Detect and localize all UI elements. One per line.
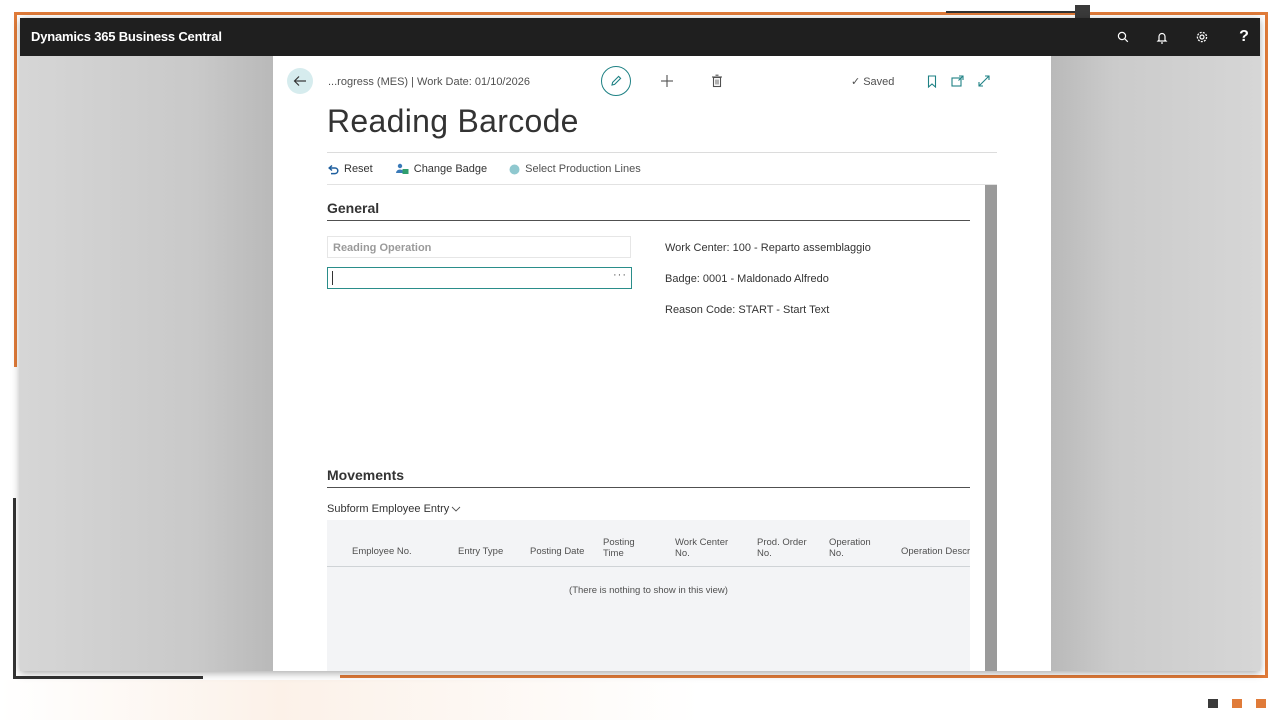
select-production-lines-label: Select Production Lines — [525, 163, 641, 175]
new-button[interactable] — [657, 71, 677, 91]
action-bar-divider — [327, 184, 997, 185]
column-header-work-center-no[interactable]: Work Center No. — [675, 537, 728, 559]
column-header-posting-date[interactable]: Posting Date — [530, 546, 584, 557]
action-bar: Reset Change Badge Select Production Lin… — [327, 160, 663, 178]
reading-operation-label: Reading Operation — [327, 236, 631, 258]
edit-button[interactable] — [601, 66, 631, 96]
column-header-operation-description[interactable]: Operation Descr — [901, 546, 970, 557]
change-badge-button[interactable]: Change Badge — [395, 163, 487, 175]
header-divider — [327, 152, 997, 153]
subform-employee-entry-toggle[interactable]: Subform Employee Entry — [327, 503, 461, 515]
grid-header: Employee No. Entry Type Posting Date Pos… — [327, 520, 970, 567]
chevron-down-icon — [451, 506, 461, 512]
expand-icon[interactable] — [975, 72, 993, 90]
column-header-prod-order-no[interactable]: Prod. Order No. — [757, 537, 807, 559]
scrollbar[interactable] — [985, 185, 997, 671]
movements-section-title[interactable]: Movements — [327, 467, 404, 483]
frame-dark-square — [1075, 5, 1090, 19]
decorative-glow — [0, 680, 700, 720]
column-header-operation-no[interactable]: Operation No. — [829, 537, 871, 559]
back-button[interactable] — [287, 68, 313, 94]
arrow-left-icon — [293, 76, 306, 86]
bookmark-icon[interactable] — [923, 72, 941, 90]
help-icon[interactable]: ? — [1234, 27, 1254, 47]
checkmark-icon: ✓ — [851, 76, 861, 88]
open-new-window-icon[interactable] — [949, 72, 967, 90]
reset-label: Reset — [344, 163, 373, 175]
column-header-employee-no[interactable]: Employee No. — [352, 546, 412, 557]
column-header-entry-type[interactable]: Entry Type — [458, 546, 503, 557]
gear-icon[interactable] — [1192, 27, 1212, 47]
frame-dark-line-top — [946, 11, 1076, 13]
change-badge-label: Change Badge — [413, 163, 488, 175]
reading-operation-input[interactable] — [327, 267, 632, 289]
movements-section-line — [327, 487, 970, 488]
frame-line-left — [14, 12, 17, 367]
background-right — [1051, 56, 1260, 671]
column-header-posting-time[interactable]: Posting Time — [603, 537, 635, 559]
breadcrumb: ...rogress (MES) | Work Date: 01/10/2026 — [328, 76, 530, 88]
general-section-title[interactable]: General — [327, 200, 379, 216]
pencil-icon — [611, 75, 622, 86]
badge-info: Badge: 0001 - Maldonado Alfredo — [665, 273, 829, 285]
top-bar: Dynamics 365 Business Central ? — [20, 18, 1260, 56]
lookup-ellipsis-button[interactable]: ··· — [613, 269, 627, 281]
bell-icon[interactable] — [1152, 27, 1172, 47]
grid-empty-message: (There is nothing to show in this view) — [569, 585, 728, 596]
text-caret — [332, 271, 333, 285]
slide-marker-dark — [1208, 699, 1218, 708]
employee-entry-grid: Employee No. Entry Type Posting Date Pos… — [327, 520, 970, 671]
search-icon[interactable] — [1113, 27, 1133, 47]
frame-dark-line-bottom — [13, 676, 203, 679]
undo-icon — [328, 164, 339, 174]
app-screen: Dynamics 365 Business Central ? ...rogre… — [20, 18, 1260, 671]
circle-icon — [509, 164, 520, 174]
people-icon — [395, 163, 409, 174]
slide-marker-orange — [1232, 699, 1242, 708]
frame-dark-line-left — [13, 498, 16, 678]
reset-button[interactable]: Reset — [327, 163, 373, 175]
frame-line-right — [1265, 12, 1268, 677]
reason-code-info: Reason Code: START - Start Text — [665, 304, 830, 316]
subform-label: Subform Employee Entry — [327, 503, 450, 515]
delete-button[interactable] — [707, 71, 727, 91]
page-title: Reading Barcode — [327, 103, 579, 139]
saved-label: Saved — [863, 75, 895, 88]
frame-line-bottom — [340, 675, 1268, 678]
select-production-lines-button[interactable]: Select Production Lines — [509, 163, 641, 175]
background-left — [20, 56, 273, 671]
trash-icon — [712, 74, 722, 88]
app-title: Dynamics 365 Business Central — [31, 29, 222, 44]
general-section-line — [327, 220, 970, 221]
work-center-info: Work Center: 100 - Reparto assemblaggio — [665, 242, 871, 254]
slide-marker-orange — [1256, 699, 1266, 708]
plus-icon — [661, 75, 673, 87]
saved-status: ✓ Saved — [851, 75, 895, 89]
reading-barcode-page: ...rogress (MES) | Work Date: 01/10/2026… — [273, 56, 1051, 671]
